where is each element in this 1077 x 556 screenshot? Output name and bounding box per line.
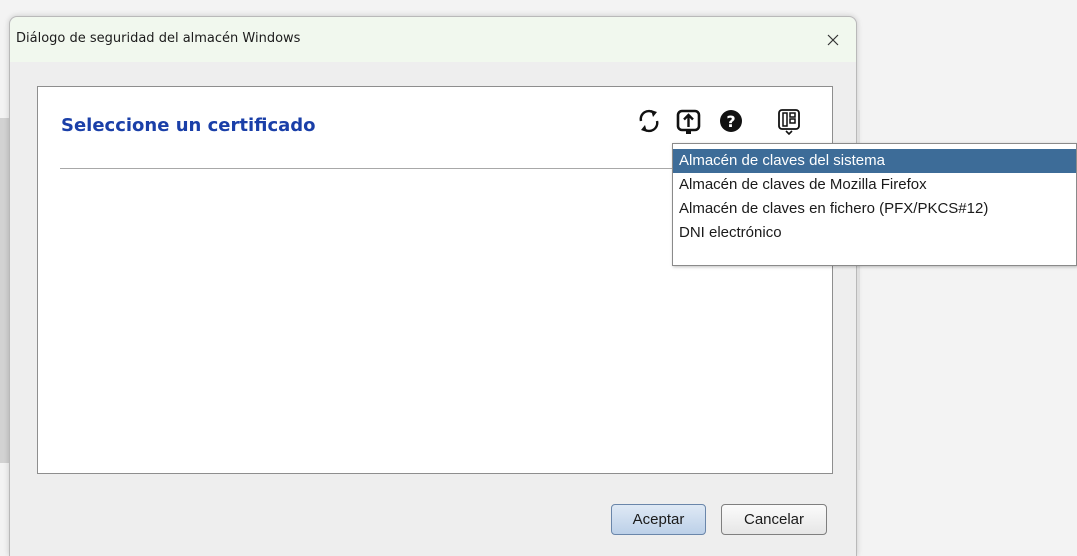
svg-text:?: ? [726, 112, 735, 131]
export-button[interactable] [676, 107, 702, 135]
menu-item-dnie[interactable]: DNI electrónico [673, 221, 1076, 245]
cancel-button[interactable]: Cancelar [721, 504, 827, 535]
security-dialog: Diálogo de seguridad del almacén Windows… [9, 16, 857, 556]
panel-heading: Seleccione un certificado [61, 115, 316, 136]
menu-item-system-keystore[interactable]: Almacén de claves del sistema [673, 149, 1076, 173]
refresh-icon [639, 109, 659, 133]
close-button[interactable] [810, 17, 856, 62]
menu-item-pfx-keystore[interactable]: Almacén de claves en fichero (PFX/PKCS#1… [673, 197, 1076, 221]
help-button[interactable]: ? [718, 107, 744, 135]
menu-item-firefox-keystore[interactable]: Almacén de claves de Mozilla Firefox [673, 173, 1076, 197]
export-icon [676, 109, 701, 134]
accept-button[interactable]: Aceptar [611, 504, 706, 535]
window-title: Diálogo de seguridad del almacén Windows [16, 31, 301, 46]
refresh-button[interactable] [636, 107, 662, 135]
keystore-selector-button[interactable] [776, 107, 802, 136]
close-icon [827, 34, 839, 45]
title-bar: Diálogo de seguridad del almacén Windows [10, 17, 856, 62]
help-icon: ? [720, 110, 742, 132]
keystore-selector-icon [778, 109, 800, 136]
keystore-menu: Almacén de claves del sistema Almacén de… [672, 143, 1077, 266]
